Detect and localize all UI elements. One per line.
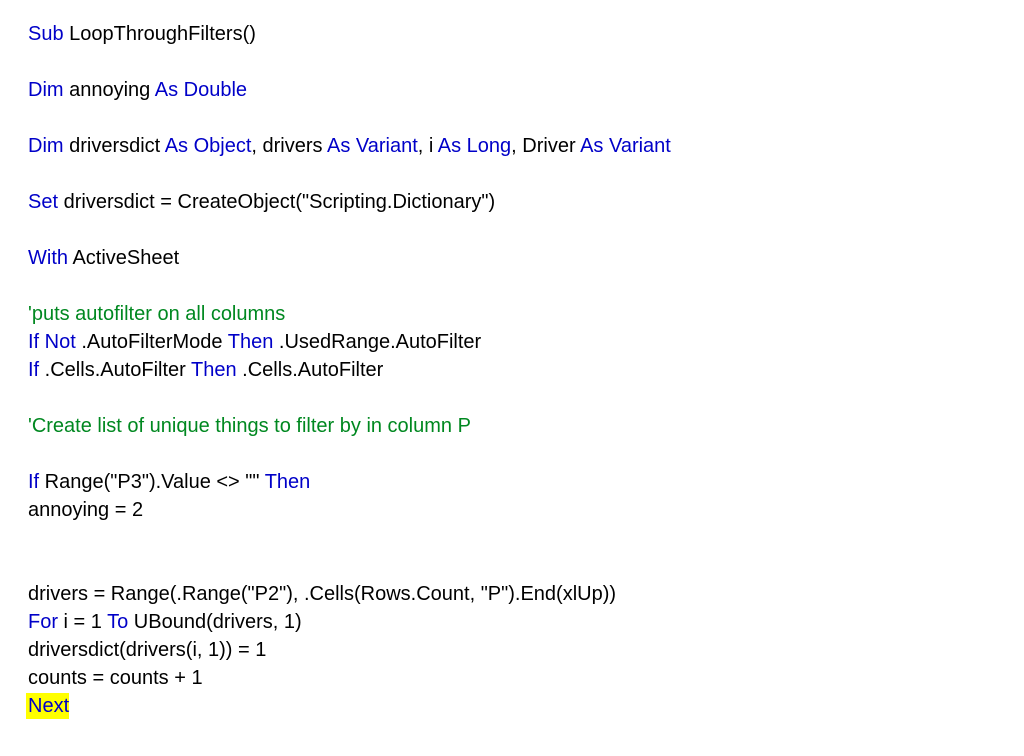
blank-line: [28, 384, 996, 412]
code-line: counts = counts + 1: [28, 664, 996, 692]
text-span: drivers = Range(.Range("P2"), .Cells(Row…: [28, 583, 616, 605]
keyword-span: If: [28, 359, 39, 381]
code-line: For i = 1 To UBound(drivers, 1): [28, 608, 996, 636]
blank-line: [28, 272, 996, 300]
keyword-span: To: [107, 611, 128, 633]
code-line: With ActiveSheet: [28, 244, 996, 272]
text-span: .UsedRange.AutoFilter: [273, 331, 481, 353]
comment-span: 'Create list of unique things to filter …: [28, 415, 471, 437]
text-span: Range("P3").Value <> "": [39, 471, 265, 493]
blank-line: [28, 104, 996, 132]
text-span: driversdict = CreateObject("Scripting.Di…: [58, 191, 495, 213]
keyword-span: As Double: [155, 79, 247, 101]
keyword-span: If: [28, 471, 39, 493]
keyword-span: If Not: [28, 331, 76, 353]
code-line: annoying = 2: [28, 496, 996, 524]
text-span: , drivers: [251, 135, 327, 157]
blank-line: [28, 216, 996, 244]
comment-span: 'puts autofilter on all columns: [28, 303, 285, 325]
text-span: , i: [418, 135, 438, 157]
text-span: LoopThroughFilters(): [64, 23, 256, 45]
text-span: annoying = 2: [28, 499, 143, 521]
code-line: 'Create list of unique things to filter …: [28, 412, 996, 440]
text-span: .Cells.AutoFilter: [39, 359, 191, 381]
code-line: If Range("P3").Value <> "" Then: [28, 468, 996, 496]
keyword-span: Dim: [28, 79, 64, 101]
code-line: Set driversdict = CreateObject("Scriptin…: [28, 188, 996, 216]
keyword-span: With: [28, 247, 68, 269]
text-span: ActiveSheet: [68, 247, 179, 269]
keyword-span: As Long: [438, 135, 511, 157]
code-line: Next: [28, 692, 996, 720]
code-line: If .Cells.AutoFilter Then .Cells.AutoFil…: [28, 356, 996, 384]
keyword-span: As Object: [165, 135, 252, 157]
keyword-span: Then: [191, 359, 237, 381]
text-span: .AutoFilterMode: [76, 331, 228, 353]
highlighted-span: Next: [26, 693, 69, 719]
code-line: Sub LoopThroughFilters(): [28, 20, 996, 48]
keyword-span: Then: [265, 471, 311, 493]
keyword-span: Next: [28, 695, 69, 717]
blank-line: [28, 552, 996, 580]
text-span: driversdict(drivers(i, 1)) = 1: [28, 639, 266, 661]
code-line: drivers = Range(.Range("P2"), .Cells(Row…: [28, 580, 996, 608]
text-span: , Driver: [511, 135, 580, 157]
code-block: Sub LoopThroughFilters() Dim annoying As …: [28, 20, 996, 720]
text-span: UBound(drivers, 1): [128, 611, 301, 633]
code-line: driversdict(drivers(i, 1)) = 1: [28, 636, 996, 664]
text-span: i = 1: [58, 611, 107, 633]
keyword-span: Sub: [28, 23, 64, 45]
keyword-span: Then: [228, 331, 274, 353]
text-span: .Cells.AutoFilter: [237, 359, 384, 381]
keyword-span: Set: [28, 191, 58, 213]
text-span: counts = counts + 1: [28, 667, 203, 689]
text-span: driversdict: [64, 135, 165, 157]
keyword-span: As Variant: [580, 135, 671, 157]
code-line: Dim annoying As Double: [28, 76, 996, 104]
code-line: 'puts autofilter on all columns: [28, 300, 996, 328]
blank-line: [28, 48, 996, 76]
keyword-span: For: [28, 611, 58, 633]
code-line: Dim driversdict As Object, drivers As Va…: [28, 132, 996, 160]
blank-line: [28, 524, 996, 552]
text-span: annoying: [64, 79, 155, 101]
blank-line: [28, 160, 996, 188]
keyword-span: Dim: [28, 135, 64, 157]
blank-line: [28, 440, 996, 468]
code-line: If Not .AutoFilterMode Then .UsedRange.A…: [28, 328, 996, 356]
keyword-span: As Variant: [327, 135, 418, 157]
